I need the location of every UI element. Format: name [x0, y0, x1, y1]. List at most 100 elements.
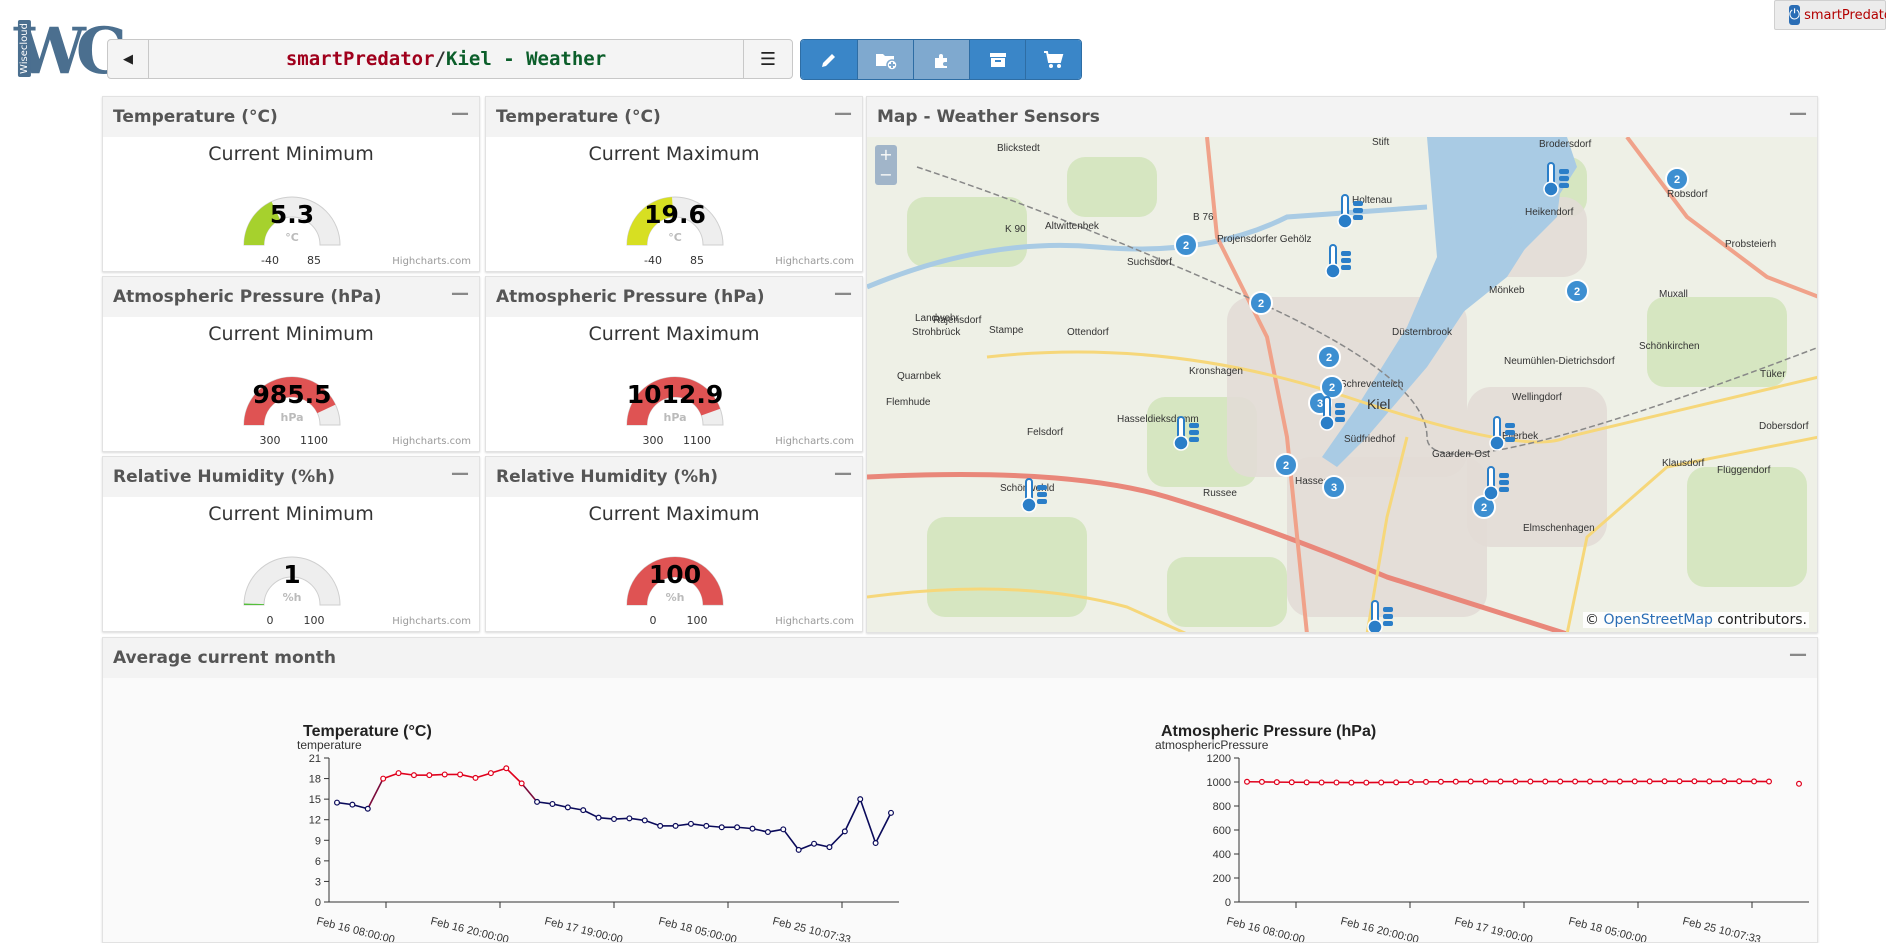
data-point[interactable] — [1721, 778, 1728, 785]
data-point[interactable] — [626, 815, 633, 822]
data-point[interactable] — [1691, 778, 1698, 785]
data-point[interactable] — [764, 829, 771, 836]
minimize-icon[interactable]: — — [834, 463, 852, 484]
minimize-icon[interactable]: — — [834, 103, 852, 124]
data-point[interactable] — [334, 799, 341, 806]
back-button[interactable]: ◀ — [108, 40, 149, 78]
data-point[interactable] — [1631, 778, 1638, 785]
data-point[interactable] — [1661, 778, 1668, 785]
data-point[interactable] — [1303, 779, 1310, 786]
data-point[interactable] — [1422, 778, 1429, 785]
edit-button[interactable] — [801, 40, 857, 79]
menu-button[interactable]: ☰ — [743, 40, 792, 78]
login-button[interactable]: ⏻ smartPredator — [1774, 0, 1886, 30]
data-point[interactable] — [841, 828, 848, 835]
data-point[interactable] — [703, 822, 710, 829]
sensor-map[interactable]: Blickstedt Stift Brodersdorf Altwittenbek Ho… — [867, 137, 1817, 632]
data-point[interactable] — [1706, 778, 1713, 785]
data-point[interactable] — [410, 772, 417, 779]
data-point[interactable] — [811, 840, 818, 847]
data-point[interactable] — [1512, 778, 1519, 785]
osm-link[interactable]: OpenStreetMap — [1603, 612, 1712, 628]
data-point[interactable] — [518, 780, 525, 787]
data-point[interactable] — [564, 804, 571, 811]
data-point[interactable] — [1258, 778, 1265, 785]
minimize-icon[interactable]: — — [451, 463, 469, 484]
data-point[interactable] — [1795, 780, 1802, 787]
archive-button[interactable] — [969, 40, 1025, 79]
data-point[interactable] — [1557, 778, 1564, 785]
data-point[interactable] — [1646, 778, 1653, 785]
data-point[interactable] — [857, 796, 864, 803]
zoom-out-button[interactable]: − — [875, 165, 897, 185]
data-point[interactable] — [1467, 778, 1474, 785]
add-folder-button[interactable] — [857, 40, 913, 79]
minimize-icon[interactable]: — — [451, 283, 469, 304]
data-point[interactable] — [749, 825, 756, 832]
highcharts-credit[interactable]: Highcharts.com — [392, 616, 471, 627]
highcharts-credit[interactable]: Highcharts.com — [775, 616, 854, 627]
data-point[interactable] — [1273, 779, 1280, 786]
data-point[interactable] — [364, 805, 371, 812]
data-point[interactable] — [611, 816, 618, 823]
data-point[interactable] — [672, 822, 679, 829]
data-point[interactable] — [887, 809, 894, 816]
data-point[interactable] — [687, 820, 694, 827]
data-point[interactable] — [580, 807, 587, 814]
data-point[interactable] — [1288, 779, 1295, 786]
data-point[interactable] — [718, 824, 725, 831]
cart-button[interactable] — [1025, 40, 1081, 79]
data-point[interactable] — [395, 770, 402, 777]
data-point[interactable] — [1244, 778, 1251, 785]
data-point[interactable] — [380, 775, 387, 782]
data-point[interactable] — [1765, 778, 1772, 785]
minimize-icon[interactable]: — — [834, 283, 852, 304]
data-point[interactable] — [1542, 778, 1549, 785]
data-point[interactable] — [657, 822, 664, 829]
data-point[interactable] — [1408, 779, 1415, 786]
data-point[interactable] — [457, 771, 464, 778]
highcharts-credit[interactable]: Highcharts.com — [392, 436, 471, 447]
project-name[interactable]: smartPredator — [286, 48, 435, 70]
data-point[interactable] — [1751, 778, 1758, 785]
minimize-icon[interactable]: — — [1789, 644, 1807, 665]
data-point[interactable] — [780, 826, 787, 833]
data-point[interactable] — [441, 771, 448, 778]
data-point[interactable] — [1616, 778, 1623, 785]
data-point[interactable] — [826, 844, 833, 851]
app-logo[interactable]: WC Wisecloud — [4, 20, 127, 84]
data-point[interactable] — [1587, 778, 1594, 785]
data-point[interactable] — [534, 798, 541, 805]
data-point[interactable] — [487, 770, 494, 777]
data-point[interactable] — [1601, 778, 1608, 785]
data-point[interactable] — [426, 772, 433, 779]
data-point[interactable] — [1437, 778, 1444, 785]
data-point[interactable] — [1676, 778, 1683, 785]
data-point[interactable] — [1318, 779, 1325, 786]
data-point[interactable] — [1363, 779, 1370, 786]
highcharts-credit[interactable]: Highcharts.com — [392, 256, 471, 267]
data-point[interactable] — [549, 800, 556, 807]
data-point[interactable] — [1527, 778, 1534, 785]
data-point[interactable] — [872, 840, 879, 847]
highcharts-credit[interactable]: Highcharts.com — [775, 256, 854, 267]
data-point[interactable] — [1378, 779, 1385, 786]
data-point[interactable] — [1572, 778, 1579, 785]
plugins-button[interactable] — [913, 40, 969, 79]
data-point[interactable] — [1482, 778, 1489, 785]
data-point[interactable] — [503, 765, 510, 772]
minimize-icon[interactable]: — — [1789, 103, 1807, 124]
zoom-in-button[interactable]: + — [875, 145, 897, 165]
data-point[interactable] — [1736, 778, 1743, 785]
data-point[interactable] — [795, 846, 802, 853]
data-point[interactable] — [1393, 779, 1400, 786]
data-point[interactable] — [734, 824, 741, 831]
data-point[interactable] — [472, 774, 479, 781]
data-point[interactable] — [1452, 778, 1459, 785]
minimize-icon[interactable]: — — [451, 103, 469, 124]
data-point[interactable] — [1333, 779, 1340, 786]
data-point[interactable] — [1497, 778, 1504, 785]
data-point[interactable] — [595, 814, 602, 821]
data-point[interactable] — [1348, 779, 1355, 786]
data-point[interactable] — [641, 817, 648, 824]
